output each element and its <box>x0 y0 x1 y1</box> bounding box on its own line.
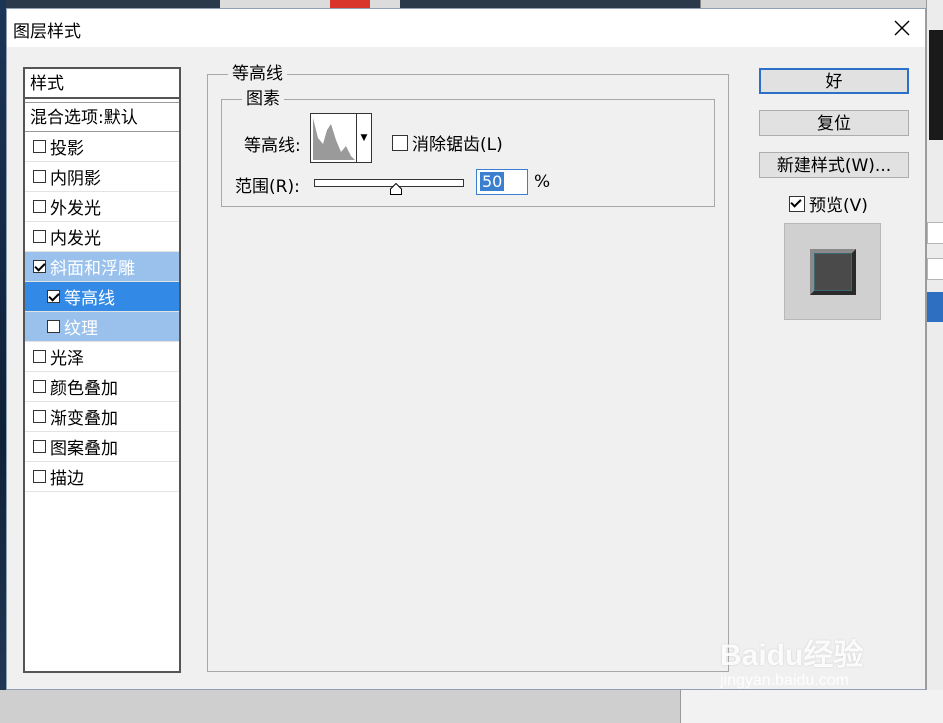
dialog-titlebar[interactable]: 图层样式 <box>7 9 925 47</box>
style-item-label: 光泽 <box>50 349 84 369</box>
background-panel-tabs <box>700 0 943 8</box>
close-button[interactable] <box>879 9 925 47</box>
background-selected-layer <box>927 292 943 322</box>
style-list-header[interactable]: 样式 <box>25 69 179 99</box>
style-list-item[interactable]: 光泽 <box>25 342 179 372</box>
style-list-item[interactable]: 外发光 <box>25 192 179 222</box>
style-item-label: 纹理 <box>64 319 98 339</box>
range-unit: % <box>534 172 551 192</box>
style-item-label: 外发光 <box>50 199 101 219</box>
blend-options-item[interactable]: 混合选项:默认 <box>25 102 179 132</box>
background-field <box>927 258 943 280</box>
close-icon <box>894 20 910 36</box>
chevron-down-icon[interactable]: ▼ <box>356 114 371 162</box>
new-style-button[interactable]: 新建样式(W)... <box>759 152 909 178</box>
style-item-checkbox[interactable] <box>33 260 46 273</box>
style-item-label: 图案叠加 <box>50 439 118 459</box>
background-bottom-panel <box>680 690 943 723</box>
style-list-item[interactable]: 图案叠加 <box>25 432 179 462</box>
style-item-checkbox[interactable] <box>33 380 46 393</box>
background-bottom-area <box>0 690 943 723</box>
style-list-item[interactable]: 内发光 <box>25 222 179 252</box>
style-item-label: 内发光 <box>50 229 101 249</box>
style-item-checkbox[interactable] <box>33 470 46 483</box>
preview-checkbox-box[interactable] <box>789 195 805 212</box>
style-item-checkbox[interactable] <box>33 200 46 213</box>
contour-curve-icon <box>313 118 355 160</box>
style-item-checkbox[interactable] <box>33 140 46 153</box>
background-close-area <box>330 0 370 8</box>
style-item-label: 斜面和浮雕 <box>50 259 135 279</box>
style-list-item[interactable]: 投影 <box>25 132 179 162</box>
style-list-item[interactable]: 等高线 <box>25 282 179 312</box>
style-list-item[interactable]: 斜面和浮雕 <box>25 252 179 282</box>
style-list: 样式 混合选项:默认 投影内阴影外发光内发光斜面和浮雕等高线纹理光泽颜色叠加渐变… <box>23 67 181 673</box>
style-list-item[interactable]: 描边 <box>25 462 179 492</box>
style-list-item[interactable]: 内阴影 <box>25 162 179 192</box>
style-preview <box>784 223 881 320</box>
preview-label: 预览(V) <box>809 196 868 216</box>
elements-subgroup-title: 图素 <box>242 89 284 109</box>
background-window-top <box>220 0 400 8</box>
style-item-label: 投影 <box>50 139 84 159</box>
style-item-checkbox[interactable] <box>33 410 46 423</box>
background-field <box>927 222 943 244</box>
range-slider-handle[interactable] <box>390 183 402 195</box>
style-list-item[interactable]: 颜色叠加 <box>25 372 179 402</box>
style-item-label: 颜色叠加 <box>50 379 118 399</box>
style-item-checkbox[interactable] <box>33 170 46 183</box>
contour-label: 等高线: <box>244 136 301 156</box>
style-item-checkbox[interactable] <box>33 230 46 243</box>
contour-group-title: 等高线 <box>228 64 287 84</box>
range-input[interactable]: 50 <box>476 169 528 195</box>
reset-button[interactable]: 复位 <box>759 110 909 136</box>
antialias-label: 消除锯齿(L) <box>412 135 503 155</box>
contour-picker[interactable]: ▼ <box>310 113 372 163</box>
antialias-checkbox[interactable]: 消除锯齿(L) <box>392 130 503 155</box>
range-value: 50 <box>480 172 505 191</box>
layer-style-dialog: 图层样式 样式 混合选项:默认 投影 内阴影 外发光 内发光 斜面和浮雕 等高线 纹理 光泽颜… <box>6 8 926 690</box>
style-item-label: 等高线 <box>64 289 115 309</box>
background-dark-strip <box>929 30 943 140</box>
style-item-label: 描边 <box>50 469 84 489</box>
background-side-panel <box>926 0 943 723</box>
style-list-item[interactable]: 纹理 <box>25 312 179 342</box>
range-label: 范围(R): <box>235 177 300 197</box>
ok-button[interactable]: 好 <box>759 68 909 94</box>
style-item-checkbox[interactable] <box>47 290 60 303</box>
antialias-checkbox-box[interactable] <box>392 134 408 151</box>
style-list-item[interactable]: 渐变叠加 <box>25 402 179 432</box>
style-preview-swatch <box>809 248 856 295</box>
range-slider[interactable] <box>314 179 464 187</box>
style-item-checkbox[interactable] <box>33 350 46 363</box>
style-item-checkbox[interactable] <box>47 320 60 333</box>
preview-checkbox[interactable]: 预览(V) <box>789 191 868 216</box>
dialog-title: 图层样式 <box>13 22 81 42</box>
style-item-checkbox[interactable] <box>33 440 46 453</box>
style-item-label: 渐变叠加 <box>50 409 118 429</box>
style-item-label: 内阴影 <box>50 169 101 189</box>
